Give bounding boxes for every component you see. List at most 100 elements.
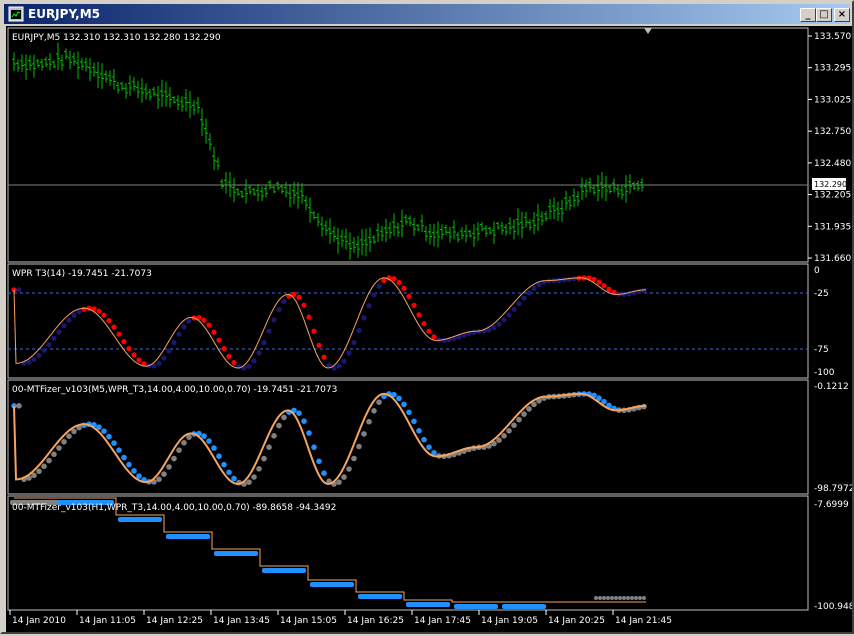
osc-dot (396, 279, 402, 285)
osc-dot (111, 440, 117, 446)
osc-dot (116, 447, 122, 454)
chart-window-icon (8, 6, 24, 22)
osc-dot (601, 283, 607, 289)
osc-dot (166, 464, 172, 470)
mtf-m5-axis-label: -98.7972 (814, 484, 852, 494)
osc-dot (641, 288, 647, 294)
osc-dot (126, 346, 132, 352)
mtf-h1-axis-label: -100.948 (814, 602, 852, 612)
minimize-button[interactable]: _ (800, 8, 816, 22)
wpr-dots (11, 275, 647, 371)
close-button[interactable]: × (834, 8, 850, 22)
osc-dot (606, 286, 612, 292)
osc-dot (266, 328, 272, 334)
osc-dot (171, 455, 177, 462)
mtf-h1-panel-frame (7, 495, 809, 611)
time-axis-label: 14 Jan 2010 (12, 616, 66, 626)
osc-dot (561, 277, 567, 283)
osc-dot (301, 302, 307, 308)
osc-dot (251, 474, 257, 480)
osc-dot (341, 474, 347, 480)
osc-dot (416, 428, 422, 434)
osc-dot (411, 302, 417, 308)
osc-dot (421, 321, 427, 327)
osc-dot (256, 466, 262, 472)
time-axis-label: 14 Jan 15:05 (280, 616, 337, 626)
osc-dot (31, 356, 37, 362)
osc-dot (426, 444, 432, 451)
maximize-button[interactable]: □ (816, 8, 832, 22)
osc-dot (411, 418, 417, 425)
osc-dot (356, 443, 362, 450)
mtf-h1-steps (10, 497, 646, 609)
time-axis-label: 14 Jan 20:25 (548, 616, 605, 626)
osc-dot (156, 476, 162, 483)
price-axis-label: 133.025 (814, 95, 851, 105)
time-axis-label: 14 Jan 17:45 (414, 616, 471, 626)
osc-dot (336, 363, 342, 369)
h1-gray-dot (594, 596, 598, 600)
mtf-m5-axis: -0.1212 -98.7972 (814, 382, 854, 494)
osc-dot (271, 317, 277, 323)
chart-area[interactable]: EURJPY,M5 132.310 132.310 132.280 132.29… (6, 26, 854, 632)
osc-dot (521, 411, 527, 417)
osc-dot (471, 329, 477, 335)
price-bars (12, 42, 644, 260)
osc-dot (516, 416, 522, 423)
osc-dot (46, 342, 52, 348)
h1-step-bar (166, 534, 210, 539)
osc-dot (106, 318, 112, 324)
price-panel-label: EURJPY,M5 132.310 132.310 132.280 132.29… (12, 33, 221, 43)
osc-dot (181, 324, 187, 330)
osc-dot (301, 418, 307, 425)
mtf-h1-axis-label: -7.6999 (814, 500, 849, 510)
h1-gray-dot (606, 596, 610, 600)
osc-dot (526, 406, 532, 412)
time-axis-label: 14 Jan 16:25 (347, 616, 404, 626)
time-axis-label: 14 Jan 12:25 (146, 616, 203, 626)
price-panel: EURJPY,M5 132.310 132.310 132.280 132.29… (7, 27, 851, 264)
osc-dot (226, 353, 232, 359)
title-bar[interactable]: EURJPY,M5 _ □ × (4, 4, 850, 24)
h1-step-bar (454, 604, 498, 609)
osc-dot (401, 401, 407, 408)
osc-dot (281, 414, 287, 421)
wpr-axis: 0 -25 -75 -100 (814, 266, 835, 378)
osc-dot (176, 447, 182, 454)
osc-dot (371, 292, 377, 298)
osc-dot (501, 433, 507, 439)
osc-dot (521, 295, 527, 301)
wpr-panel-frame (7, 263, 809, 379)
osc-dot (361, 431, 367, 437)
osc-dot (211, 445, 217, 451)
osc-dot (351, 339, 357, 346)
osc-dot (211, 329, 217, 335)
wpr-panel: WPR T3(14) -19.7451 -21.7073 0 -25 -75 -100 (7, 263, 835, 379)
osc-dot (276, 422, 282, 429)
osc-dot (431, 334, 437, 340)
osc-dot (311, 444, 317, 451)
shift-marker-icon[interactable] (644, 28, 652, 34)
wpr-axis-label: -75 (814, 345, 829, 355)
osc-dot (266, 444, 272, 451)
price-axis-label: 133.295 (814, 64, 851, 74)
osc-dot (381, 277, 387, 283)
osc-dot (346, 466, 352, 472)
osc-dot (366, 303, 372, 309)
osc-dot (366, 418, 372, 425)
chart-canvas[interactable]: EURJPY,M5 132.310 132.310 132.280 132.29… (6, 26, 854, 632)
window-title: EURJPY,M5 (28, 7, 100, 21)
osc-dot (306, 430, 312, 436)
osc-dot (271, 433, 277, 439)
osc-dot (201, 433, 207, 439)
osc-dot (226, 469, 232, 476)
h1-gray-dot (618, 596, 622, 600)
close-icon: × (837, 9, 847, 20)
osc-dot (116, 331, 122, 337)
mtf-m5-panel-frame (7, 379, 809, 495)
osc-dot (491, 325, 497, 331)
mtf-m5-panel-label: 00-MTFizer_v103(M5,WPR_T3,14.00,4.00,10.… (12, 385, 337, 395)
osc-dot (531, 285, 537, 291)
wpr-panel-label: WPR T3(14) -19.7451 -21.7073 (12, 269, 152, 279)
osc-dot (356, 327, 362, 334)
